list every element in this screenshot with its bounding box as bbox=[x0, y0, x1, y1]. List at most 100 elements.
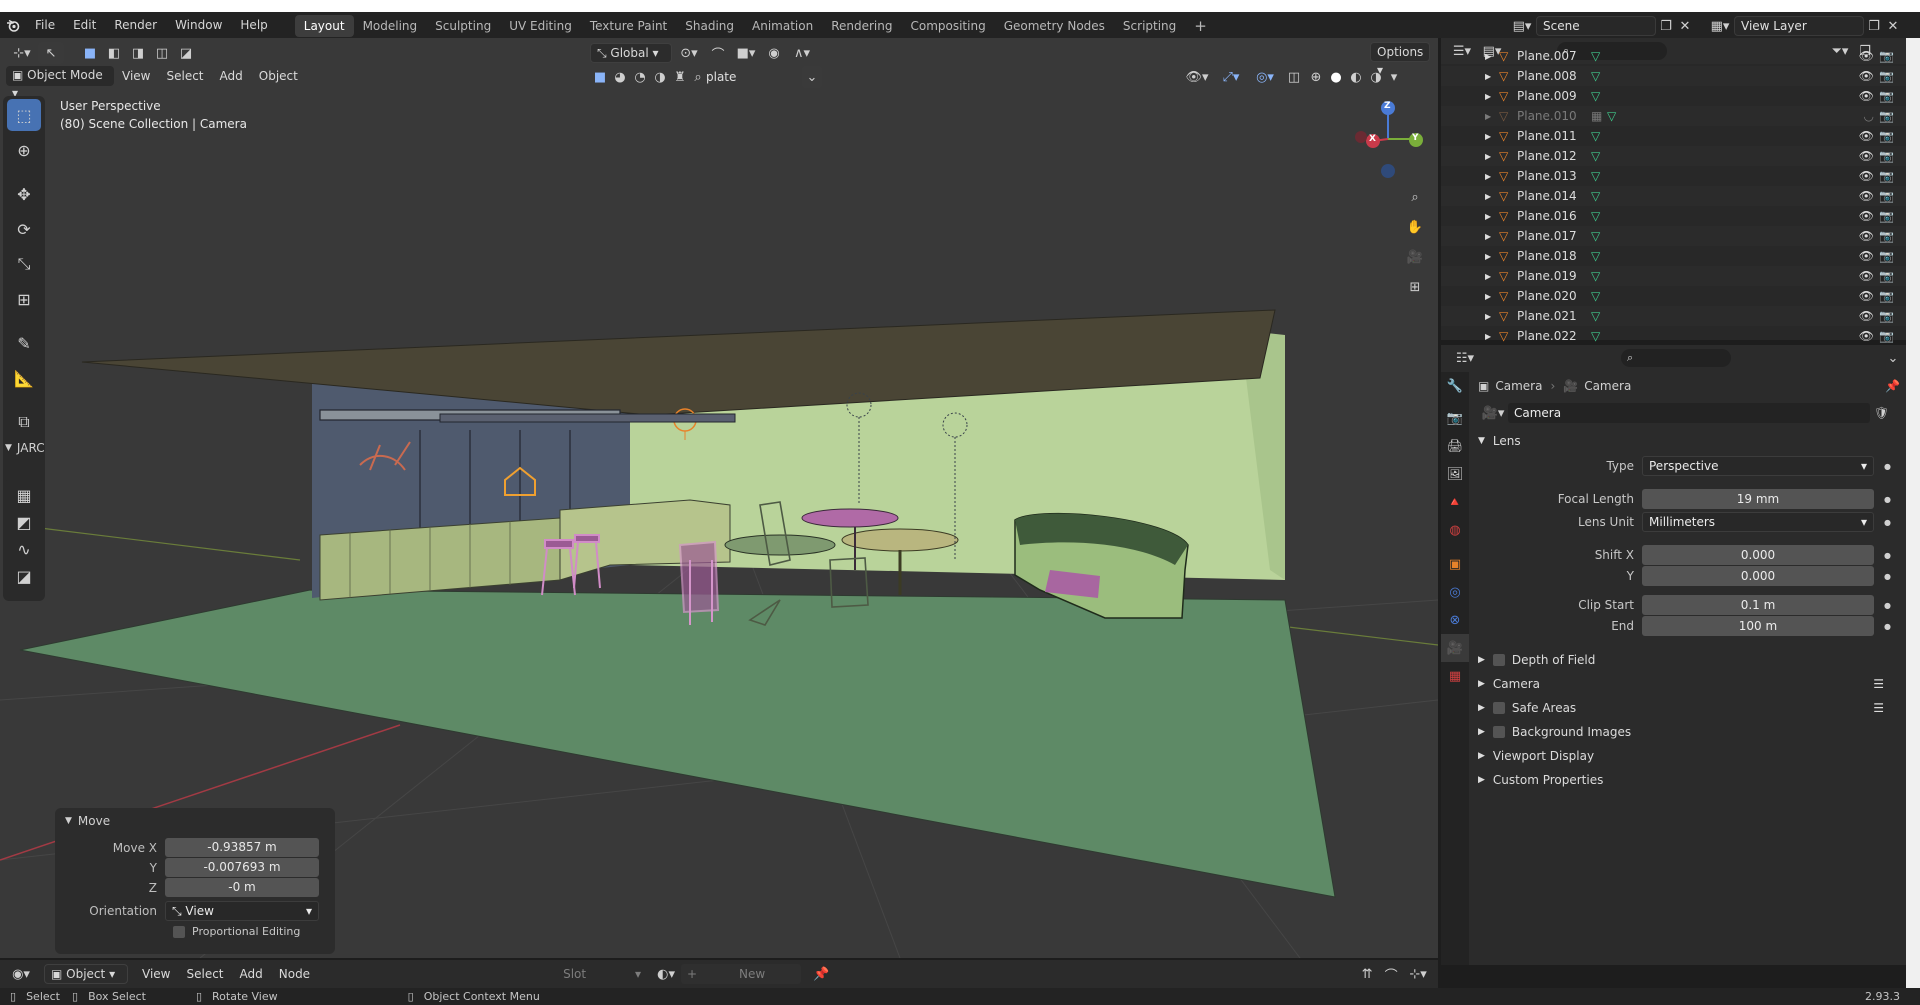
tab-texture-paint[interactable]: Texture Paint bbox=[581, 15, 676, 37]
filter-curve-icon[interactable]: ◕ bbox=[610, 66, 630, 88]
measure-icon[interactable]: 📐 bbox=[7, 362, 41, 394]
shading-wireframe-icon[interactable]: ⊕ bbox=[1306, 66, 1326, 88]
filter-camera-icon[interactable]: ◑ bbox=[650, 66, 670, 88]
tab-compositing[interactable]: Compositing bbox=[901, 15, 994, 37]
camera-data-tab-icon[interactable]: 🎥 bbox=[1441, 634, 1469, 662]
expand-arrow-icon[interactable]: ▶ bbox=[1485, 272, 1499, 281]
jarc-boolean-icon[interactable]: ◪ bbox=[7, 564, 41, 588]
world-tab-icon[interactable]: ◍ bbox=[1441, 516, 1469, 544]
outliner-item[interactable]: ▶ ▽ Plane.019 ▽ 👁 📷 bbox=[1441, 266, 1906, 286]
render-camera-icon[interactable]: 📷 bbox=[1879, 309, 1894, 323]
outliner-item[interactable]: ▶ ▽ Plane.018 ▽ 👁 📷 bbox=[1441, 246, 1906, 266]
add-cube-icon[interactable]: ⧉ bbox=[7, 406, 41, 438]
object-tab-icon[interactable]: ▣ bbox=[1441, 550, 1469, 578]
eye-icon[interactable]: 👁 bbox=[1859, 49, 1874, 63]
clip-start-field[interactable]: 0.1 m bbox=[1642, 595, 1874, 615]
animate-dot-icon[interactable]: ● bbox=[1884, 462, 1891, 471]
view-layer-field[interactable]: View Layer bbox=[1734, 16, 1864, 36]
property-section-header[interactable]: ▶ Viewport Display bbox=[1472, 744, 1906, 768]
overlays-toggle-icon[interactable]: ◎▾ bbox=[1248, 66, 1282, 88]
falloff-icon[interactable]: ∧▾ bbox=[786, 42, 818, 64]
window-scrollbar[interactable] bbox=[1906, 38, 1920, 988]
menu-help[interactable]: Help bbox=[231, 12, 276, 38]
scene-tab-icon[interactable]: 🔺 bbox=[1441, 488, 1469, 516]
menu-edit[interactable]: Edit bbox=[64, 12, 105, 38]
lens-panel-header[interactable]: ▼ Lens bbox=[1472, 428, 1906, 454]
eye-icon[interactable]: 👁 bbox=[1859, 169, 1874, 183]
presets-list-icon[interactable]: ☰ bbox=[1873, 701, 1884, 715]
visibility-icon[interactable]: 👁▾ bbox=[1180, 66, 1214, 88]
new-material-button[interactable]: + New bbox=[681, 964, 802, 984]
material-browse-icon[interactable]: ◐▾ bbox=[651, 963, 681, 985]
options-dropdown[interactable]: Options ▾ bbox=[1370, 42, 1430, 77]
scene-icon[interactable]: ▤▾ bbox=[1508, 15, 1536, 37]
expand-arrow-icon[interactable]: ▶ bbox=[1485, 312, 1499, 321]
new-scene-icon[interactable]: ❐ bbox=[1656, 15, 1676, 37]
select-mode-invert-icon[interactable]: ◫ bbox=[150, 42, 174, 64]
eye-icon[interactable]: 👁 bbox=[1859, 249, 1874, 263]
select-box-icon[interactable]: ⬚ bbox=[7, 99, 41, 131]
lens-type-dropdown[interactable]: Perspective ▾ bbox=[1642, 456, 1874, 476]
render-camera-icon[interactable]: 📷 bbox=[1879, 69, 1894, 83]
node-menu-node[interactable]: Node bbox=[271, 967, 318, 981]
expand-arrow-icon[interactable]: ▶ bbox=[1485, 132, 1499, 141]
node-menu-add[interactable]: Add bbox=[232, 967, 271, 981]
eye-icon[interactable]: 👁 bbox=[1859, 189, 1874, 203]
eye-icon[interactable]: 👁 bbox=[1859, 149, 1874, 163]
render-camera-icon[interactable]: 📷 bbox=[1879, 229, 1894, 243]
node-menu-view[interactable]: View bbox=[134, 967, 178, 981]
property-section-header[interactable]: ▶ Camera ☰ bbox=[1472, 672, 1906, 696]
tab-animation[interactable]: Animation bbox=[743, 15, 822, 37]
property-section-header[interactable]: ▶ Background Images bbox=[1472, 720, 1906, 744]
eye-icon[interactable]: 👁 bbox=[1859, 269, 1874, 283]
clip-end-field[interactable]: 100 m bbox=[1642, 616, 1874, 636]
animate-dot-icon[interactable]: ● bbox=[1884, 601, 1891, 610]
outliner-item[interactable]: ▶ ▽ Plane.009 ▽ 👁 📷 bbox=[1441, 86, 1906, 106]
expand-arrow-icon[interactable]: ▶ bbox=[1485, 72, 1499, 81]
camera-view-icon[interactable]: 🎥 bbox=[1403, 242, 1427, 272]
move-y-field[interactable]: -0.007693 m bbox=[165, 858, 319, 877]
outliner-item[interactable]: ▶ ▽ Plane.021 ▽ 👁 📷 bbox=[1441, 306, 1906, 326]
eye-icon[interactable]: 👁 bbox=[1859, 329, 1874, 343]
pin-icon[interactable]: 📌 bbox=[1885, 379, 1900, 393]
outliner-item[interactable]: ▶ ▽ Plane.016 ▽ 👁 📷 bbox=[1441, 206, 1906, 226]
editor-type-icon[interactable]: ⊹▾ bbox=[6, 42, 38, 64]
outliner-item[interactable]: ▶ ▽ Plane.020 ▽ 👁 📷 bbox=[1441, 286, 1906, 306]
slot-dropdown[interactable]: Slot ▾ bbox=[563, 967, 641, 981]
outliner-item[interactable]: ▶ ▽ Plane.007 ▽ 👁 📷 bbox=[1441, 46, 1906, 66]
navigation-gizmo[interactable]: Z X Y bbox=[1348, 96, 1428, 186]
expand-arrow-icon[interactable]: ▶ bbox=[1485, 52, 1499, 61]
eye-icon[interactable]: 👁 bbox=[1859, 229, 1874, 243]
expand-arrow-icon[interactable]: ▶ bbox=[1485, 212, 1499, 221]
expand-arrow-icon[interactable]: ▶ bbox=[1485, 112, 1499, 121]
property-section-header[interactable]: ▶ Depth of Field bbox=[1472, 648, 1906, 672]
select-mode-extend-icon[interactable]: ◧ bbox=[102, 42, 126, 64]
render-camera-icon[interactable]: 📷 bbox=[1879, 129, 1894, 143]
shading-solid-icon[interactable]: ● bbox=[1326, 66, 1346, 88]
select-mode-new-icon[interactable]: ■ bbox=[78, 42, 102, 64]
new-view-layer-icon[interactable]: ❐ bbox=[1864, 15, 1884, 37]
snap-node-options-icon[interactable]: ⊹▾ bbox=[1403, 963, 1433, 985]
render-camera-icon[interactable]: 📷 bbox=[1879, 89, 1894, 103]
tab-scripting[interactable]: Scripting bbox=[1114, 15, 1185, 37]
tab-layout[interactable]: Layout bbox=[294, 15, 354, 37]
node-editor-type-icon[interactable]: ◉▾ bbox=[4, 963, 38, 985]
orientation-dropdown[interactable]: ⤡ View ▾ bbox=[165, 901, 319, 921]
animate-dot-icon[interactable]: ● bbox=[1884, 495, 1891, 504]
tab-rendering[interactable]: Rendering bbox=[822, 15, 901, 37]
move-icon[interactable]: ✥ bbox=[7, 178, 41, 210]
node-mode-dropdown[interactable]: ▣ Object ▾ bbox=[44, 964, 128, 984]
filter-other-icon[interactable]: ♜ bbox=[670, 66, 690, 88]
pin-icon[interactable]: 📌 bbox=[809, 963, 833, 985]
select-mode-subtract-icon[interactable]: ◨ bbox=[126, 42, 150, 64]
section-enable-checkbox[interactable] bbox=[1492, 726, 1505, 738]
view-layer-tab-icon[interactable]: 🖼 bbox=[1441, 460, 1469, 488]
menu-render[interactable]: Render bbox=[105, 12, 166, 38]
scale-icon[interactable]: ⤡ bbox=[7, 248, 41, 280]
move-z-field[interactable]: -0 m bbox=[165, 878, 319, 897]
render-tab-icon[interactable]: 📷 bbox=[1441, 404, 1469, 432]
fake-user-shield-icon[interactable]: 🛡 bbox=[1874, 406, 1889, 420]
rotate-icon[interactable]: ⟳ bbox=[7, 213, 41, 245]
vp-menu-add[interactable]: Add bbox=[212, 69, 251, 83]
cursor-icon[interactable]: ⊕ bbox=[7, 134, 41, 166]
